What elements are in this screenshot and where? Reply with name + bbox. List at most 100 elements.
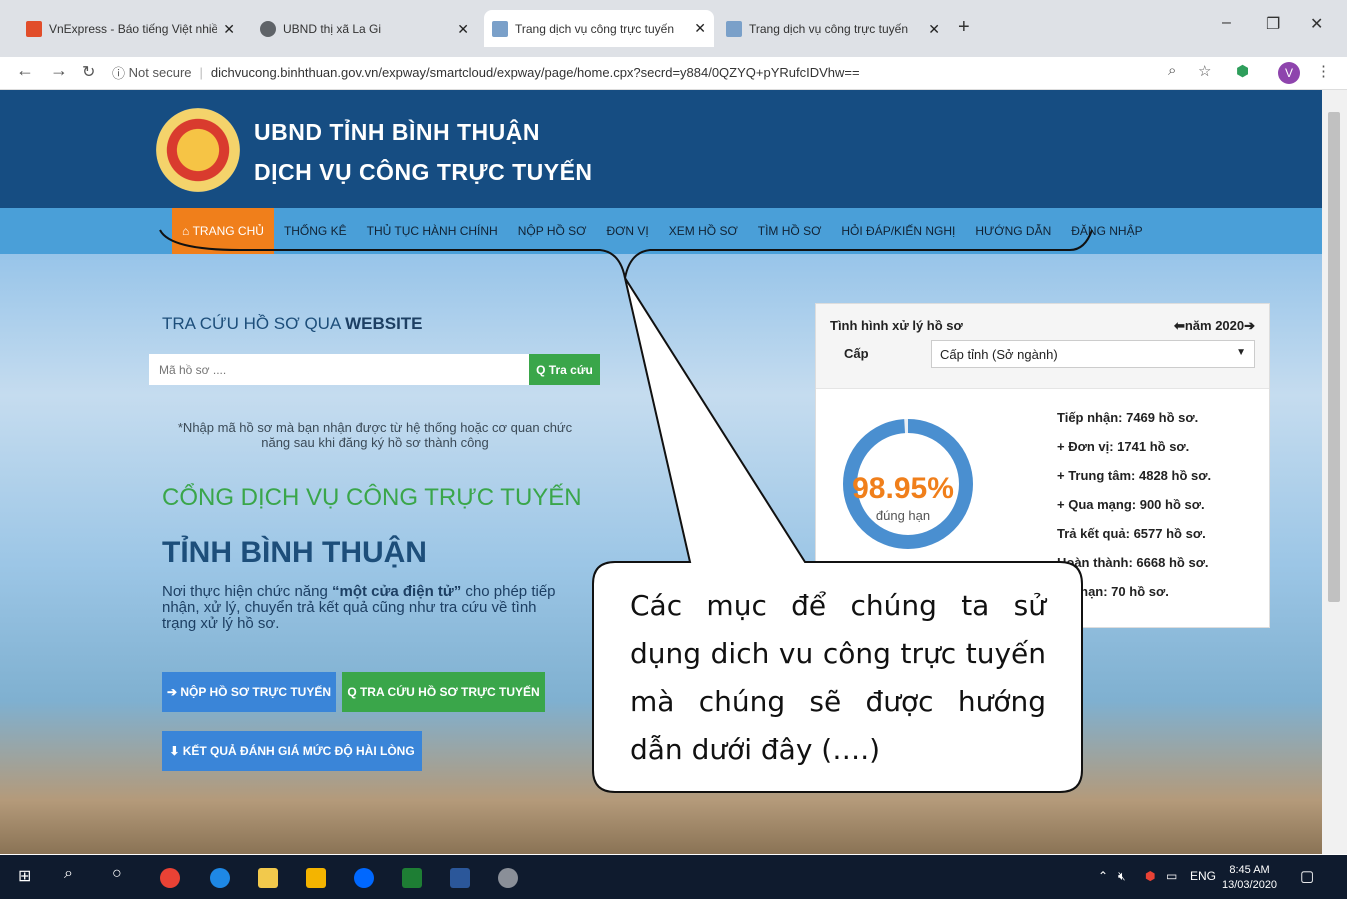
site-favicon-icon: [492, 20, 508, 37]
browser-tab-active[interactable]: Trang dịch vụ công trực tuyến ✕: [484, 10, 714, 47]
zalo-icon[interactable]: [354, 868, 374, 888]
portal-description: Nơi thực hiện chức năng “một cửa điện tử…: [162, 584, 562, 632]
desc-part: Nơi thực hiện chức năng: [162, 583, 333, 600]
nav-submit[interactable]: NỘP HỒ SƠ: [508, 208, 597, 254]
portal-heading: CỔNG DỊCH VỤ CÔNG TRỰC TUYẾN: [162, 484, 582, 511]
satisfaction-results-button[interactable]: ⬇ KẾT QUẢ ĐÁNH GIÁ MỨC ĐỘ HÀI LÒNG: [162, 731, 422, 771]
notifications-icon[interactable]: ▢: [1300, 867, 1314, 885]
excel-icon[interactable]: [402, 868, 422, 888]
paint-icon[interactable]: [498, 868, 518, 888]
address-bar[interactable]: ⓘ Not secure | dichvucong.binhthuan.gov.…: [112, 59, 1222, 85]
store-icon[interactable]: [258, 868, 278, 888]
chrome-icon[interactable]: [160, 868, 180, 888]
processing-stats-panel: Tình hình xử lý hồ sơ ⬅năm 2020➔ Cấp Cấp…: [815, 303, 1270, 628]
tab-title: Trang dịch vụ công trực tuyến: [749, 22, 908, 36]
network-icon[interactable]: ▭: [1166, 869, 1177, 883]
not-secure-label: Not secure: [128, 64, 192, 80]
vnexpress-favicon-icon: [26, 21, 42, 37]
tab-title: Trang dịch vụ công trực tuyến: [515, 21, 674, 36]
main-navigation: ⌂ TRANG CHỦ THỐNG KÊ THỦ TỤC HÀNH CHÍNH …: [0, 208, 1322, 254]
level-select[interactable]: Cấp tỉnh (Sở ngành) ▼: [931, 340, 1255, 368]
zoom-icon[interactable]: ⌕: [1168, 62, 1176, 79]
search-icon[interactable]: ⌕: [64, 865, 73, 883]
nav-guide[interactable]: HƯỚNG DẪN: [965, 208, 1061, 254]
tray-chevron-icon[interactable]: ⌃: [1098, 869, 1108, 883]
windows-start-icon[interactable]: ⊞: [18, 866, 31, 886]
bookmark-star-icon[interactable]: ☆: [1198, 62, 1211, 80]
year-switcher[interactable]: ⬅năm 2020➔: [1174, 318, 1255, 334]
stat-returned: Trả kết quả: 6577 hồ sơ.: [1057, 526, 1206, 541]
lookup-title-prefix: TRA CỨU HỒ SƠ QUA: [162, 314, 341, 333]
clock-date: 13/03/2020: [1222, 879, 1278, 891]
scrollbar-thumb[interactable]: [1328, 112, 1340, 602]
cortana-icon[interactable]: ○: [112, 865, 122, 883]
stats-header: Tình hình xử lý hồ sơ ⬅năm 2020➔ Cấp Cấp…: [816, 304, 1269, 389]
close-tab-icon[interactable]: ✕: [457, 21, 469, 38]
lookup-online-button[interactable]: Q TRA CỨU HỒ SƠ TRỰC TUYẾN: [342, 672, 545, 712]
speaker-muted-icon[interactable]: 🔇︎: [1118, 869, 1126, 884]
menu-icon[interactable]: ⋮: [1316, 62, 1331, 80]
level-selected-value: Cấp tỉnh (Sở ngành): [940, 346, 1058, 362]
browser-tab[interactable]: UBND thị xã La Gi ✕: [252, 14, 477, 44]
browser-tab[interactable]: VnExpress - Báo tiếng Việt nhiều ✕: [18, 14, 243, 44]
forward-icon[interactable]: →: [50, 60, 68, 81]
back-icon[interactable]: ←: [16, 60, 34, 81]
shield-extension-icon[interactable]: ⬢: [1236, 62, 1249, 80]
nav-login[interactable]: ĐĂNG NHẬP: [1061, 208, 1152, 254]
edge-icon[interactable]: [210, 868, 230, 888]
clock-time: 8:45 AM: [1229, 864, 1270, 876]
site-title-line2: DỊCH VỤ CÔNG TRỰC TUYẾN: [254, 159, 593, 185]
nav-statistics[interactable]: THỐNG KÊ: [274, 208, 357, 254]
security-tray-icon[interactable]: ⬢: [1145, 869, 1155, 883]
language-indicator[interactable]: ENG: [1190, 869, 1216, 883]
new-tab-button[interactable]: +: [958, 16, 970, 39]
close-tab-icon[interactable]: ✕: [694, 20, 706, 37]
profile-avatar[interactable]: V: [1278, 62, 1300, 84]
reload-icon[interactable]: ↻: [82, 62, 95, 82]
close-tab-icon[interactable]: ✕: [223, 21, 235, 38]
restore-icon[interactable]: ❐: [1266, 14, 1280, 34]
clock[interactable]: 8:45 AM 13/03/2020: [1222, 863, 1277, 893]
globe-icon: [260, 21, 276, 37]
stat-completed: Hoàn thành: 6668 hồ sơ.: [1057, 555, 1209, 570]
tab-title: VnExpress - Báo tiếng Việt nhiều: [49, 22, 218, 36]
submit-online-button[interactable]: ➔ NỘP HỒ SƠ TRỰC TUYẾN: [162, 672, 336, 712]
desc-bold: “một cửa điện tử”: [332, 583, 462, 600]
site-title[interactable]: UBND TỈNH BÌNH THUẬN DỊCH VỤ CÔNG TRỰC T…: [254, 112, 593, 192]
nav-procedures[interactable]: THỦ TỤC HÀNH CHÍNH: [357, 208, 508, 254]
lookup-title-bold: WEBSITE: [345, 314, 423, 333]
province-heading: TỈNH BÌNH THUẬN: [162, 536, 427, 569]
nav-home[interactable]: ⌂ TRANG CHỦ: [172, 208, 274, 254]
nav-units[interactable]: ĐƠN VỊ: [596, 208, 658, 254]
tab-title: UBND thị xã La Gi: [283, 22, 382, 36]
close-tab-icon[interactable]: ✕: [928, 21, 940, 38]
minimize-icon[interactable]: –: [1222, 14, 1231, 32]
callout-text: Các mục để chúng ta sử dụng dich vu công…: [630, 589, 1046, 766]
lookup-note: *Nhập mã hồ sơ mà bạn nhận được từ hệ th…: [177, 420, 573, 450]
browser-tab[interactable]: Trang dịch vụ công trực tuyến ✕: [718, 14, 948, 44]
file-explorer-icon[interactable]: [306, 868, 326, 888]
stats-title: Tình hình xử lý hồ sơ: [830, 318, 963, 333]
site-favicon-icon: [726, 21, 742, 37]
browser-tab-strip: VnExpress - Báo tiếng Việt nhiều ✕ UBND …: [0, 0, 1347, 57]
window-close-icon[interactable]: ✕: [1310, 14, 1323, 34]
url-text: dichvucong.binhthuan.gov.vn/expway/smart…: [210, 64, 860, 80]
nav-view-records[interactable]: XEM HỒ SƠ: [659, 208, 748, 254]
dropdown-caret-icon: ▼: [1236, 347, 1246, 358]
nav-find-records[interactable]: TÌM HỒ SƠ: [748, 208, 832, 254]
lookup-button[interactable]: Q Tra cứu: [529, 354, 600, 385]
info-icon[interactable]: ⓘ: [112, 63, 125, 82]
lookup-title: TRA CỨU HỒ SƠ QUA WEBSITE: [162, 314, 423, 334]
page-scrollbar[interactable]: [1322, 90, 1347, 854]
on-time-percent: 98.95%: [852, 472, 954, 505]
nav-qa[interactable]: HỎI ĐÁP/KIẾN NGHỊ: [831, 208, 965, 254]
web-page: UBND TỈNH BÌNH THUẬN DỊCH VỤ CÔNG TRỰC T…: [0, 90, 1322, 854]
stat-online: + Qua mạng: 900 hồ sơ.: [1057, 497, 1205, 512]
province-emblem-logo[interactable]: [156, 108, 240, 192]
nav-label: TRANG CHỦ: [192, 224, 264, 238]
stat-late: Trễ hạn: 70 hồ sơ.: [1057, 584, 1169, 599]
record-code-input[interactable]: [149, 354, 529, 385]
home-icon: ⌂: [182, 224, 193, 238]
word-icon[interactable]: [450, 868, 470, 888]
stat-center: + Trung tâm: 4828 hồ sơ.: [1057, 468, 1212, 483]
